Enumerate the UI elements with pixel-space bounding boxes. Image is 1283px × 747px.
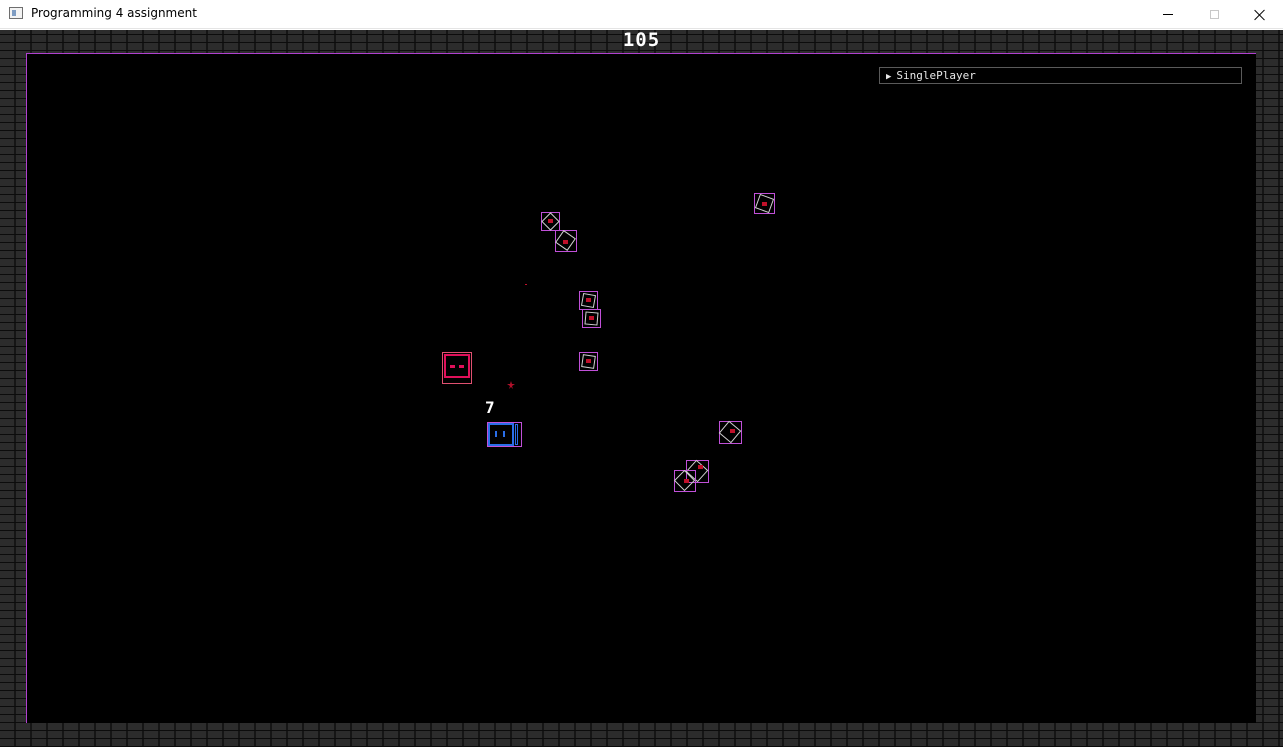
blue-player-body [488, 423, 514, 446]
blue-player-tank [487, 422, 522, 447]
game-viewport: 105 ▶ SinglePlayer 7 [0, 30, 1283, 747]
minimize-icon [1163, 14, 1173, 15]
enemy-core [684, 479, 689, 483]
enemy-tank [582, 309, 601, 328]
maximize-icon [1209, 10, 1219, 19]
enemy-tank [541, 212, 560, 231]
blue-player-eye [495, 431, 497, 437]
enemy-core [589, 316, 594, 320]
game-mode-label: SinglePlayer [896, 69, 976, 82]
game-mode-dropdown[interactable]: ▶ SinglePlayer [879, 67, 1242, 84]
bullet [525, 284, 527, 285]
enemy-tank [673, 469, 696, 492]
window-titlebar[interactable]: Programming 4 assignment [0, 0, 1283, 29]
app-icon [9, 7, 23, 19]
enemy-tank [579, 291, 598, 310]
enemy-core [730, 429, 735, 433]
enemy-tank [579, 352, 598, 371]
blue-player-eye [503, 431, 505, 437]
enemy-core [698, 465, 703, 469]
enemy-tank [754, 193, 775, 214]
enemy-tank [555, 230, 577, 252]
enemy-core [563, 240, 568, 244]
brick-wall-bottom [0, 724, 1283, 747]
minimize-button[interactable] [1145, 0, 1191, 29]
triangle-right-icon: ▶ [886, 72, 892, 82]
enemy-tank [718, 420, 742, 444]
score-display: 105 [622, 30, 661, 51]
pink-player-body [444, 354, 470, 378]
lives-counter: 7 [485, 398, 495, 417]
pink-player-tank [442, 352, 472, 384]
close-icon [1254, 9, 1266, 21]
enemy-core [548, 219, 553, 223]
pink-player-eye [459, 365, 464, 368]
enemy-core [762, 202, 767, 206]
projectile-icon [507, 381, 515, 389]
maximize-button[interactable] [1191, 0, 1237, 29]
blue-player-cannon [515, 424, 518, 445]
close-button[interactable] [1237, 0, 1283, 29]
game-arena: ▶ SinglePlayer 7 [26, 53, 1256, 723]
enemy-core [586, 298, 591, 302]
window-title: Programming 4 assignment [31, 6, 197, 20]
pink-player-eye [450, 365, 455, 368]
enemy-core [586, 359, 591, 363]
